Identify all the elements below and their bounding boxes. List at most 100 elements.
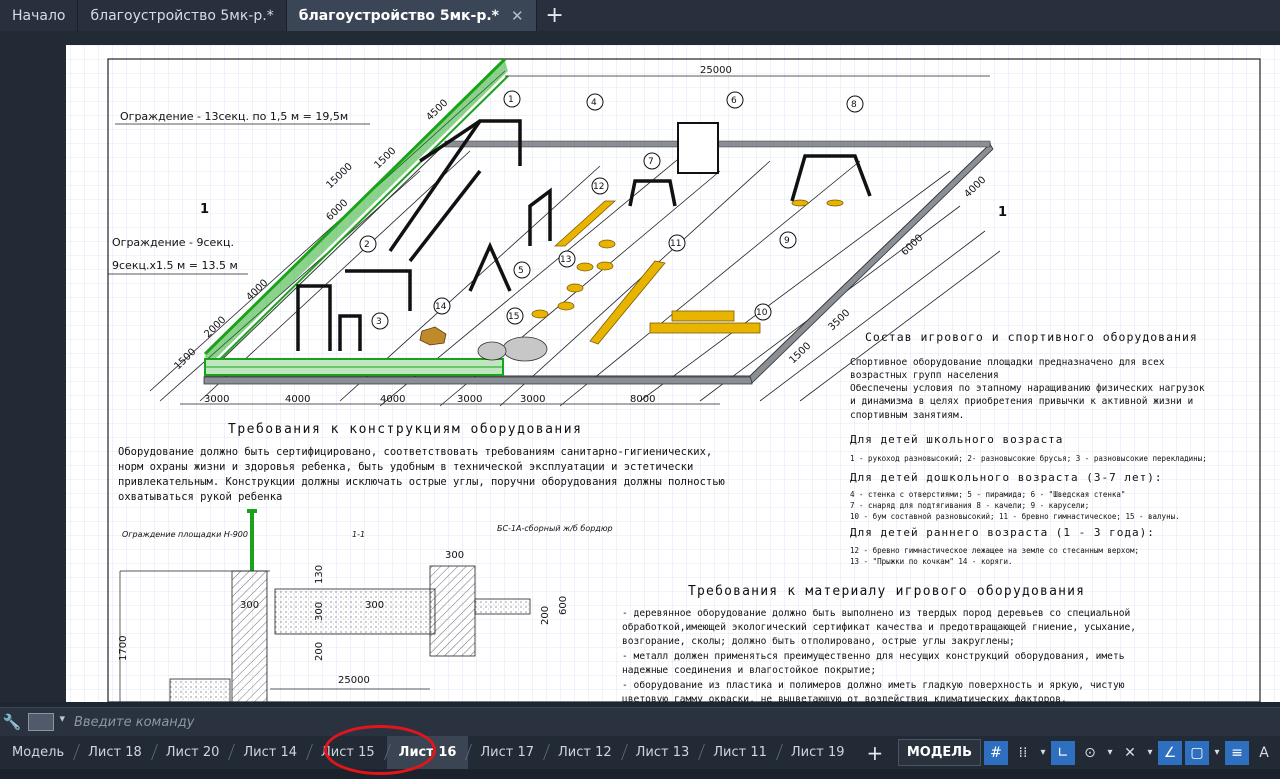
command-history-icon[interactable] — [28, 712, 65, 731]
equip-intro-2: возрастных групп населения — [850, 370, 999, 381]
file-tab-start[interactable]: Начало — [0, 0, 79, 31]
material-line-2: обработкой,имеющей экологический сертифи… — [622, 621, 1136, 633]
file-tab-drawing-1[interactable]: благоустройство 5мк-р.* — [78, 0, 287, 31]
preschool-item-2: 7 - снаряд для подтягивания 8 - качели; … — [850, 501, 1089, 510]
material-line-5: надежные соединения и влагостойкое покры… — [622, 664, 876, 676]
layout-tab-20[interactable]: Лист 20 — [154, 736, 232, 769]
callout-6: 6 — [731, 96, 737, 106]
file-tab-label: благоустройство 5мк-р.* — [298, 7, 500, 24]
callout-1: 1 — [508, 95, 514, 105]
callout-11: 11 — [670, 239, 681, 249]
callout-14: 14 — [435, 302, 447, 312]
early-title: Для детей раннего возраста (1 - 3 года): — [850, 526, 1155, 539]
sec-dim-300v: 300 — [314, 602, 325, 621]
chevron-down-icon[interactable]: ▾ — [1038, 741, 1048, 765]
fence-label-1: Ограждение - 13секц. по 1,5 м = 19,5м — [120, 110, 348, 123]
chevron-down-icon[interactable]: ▾ — [1145, 741, 1155, 765]
sec-dim-1700: 1700 — [118, 636, 129, 661]
model-space-button[interactable]: МОДЕЛЬ — [897, 739, 981, 766]
curb-front — [203, 376, 753, 385]
preschool-item-3: 10 - бум составной разновысокий; 11 - бр… — [850, 512, 1180, 521]
add-layout-button[interactable]: + — [857, 741, 894, 765]
lineweight-icon[interactable]: ≡ — [1225, 740, 1249, 765]
wrench-icon[interactable]: 🔧 — [0, 710, 24, 734]
equip-intro-3: Обеспечены условия по этапному наращиван… — [850, 383, 1205, 394]
callout-5: 5 — [518, 266, 524, 276]
ortho-icon[interactable]: ∟ — [1051, 740, 1075, 765]
section-mark-left: 1 — [200, 202, 209, 217]
fence-label-2: Ограждение - 9секц. — [112, 236, 234, 249]
equip-intro-4: и динамизма в целях приобретения привычк… — [850, 396, 1193, 407]
req-construct-title: Требования к конструкциям оборудования — [228, 422, 582, 437]
preschool-title: Для детей дошкольного возраста (3-7 лет)… — [850, 471, 1163, 484]
command-input[interactable]: Введите команду — [74, 715, 194, 730]
callout-9: 9 — [784, 236, 790, 246]
highlight-ring — [324, 725, 436, 775]
section-curb-label: БС-1А-сборный ж/б бордюр — [497, 524, 613, 533]
command-line: 🔧 Введите команду — [0, 707, 1280, 736]
drawing-canvas[interactable]: 1 2 3 4 5 6 7 8 9 10 11 12 13 14 15 2500… — [0, 31, 1280, 702]
early-item-1: 12 - бревно гимнастическое лежащее на зе… — [850, 546, 1139, 555]
equip-title: Состав игрового и спортивного оборудован… — [865, 330, 1198, 344]
annotation-scale-icon[interactable]: A — [1252, 741, 1276, 765]
dim-bottom-1: 3000 — [204, 394, 229, 405]
callout-4: 4 — [591, 98, 597, 108]
polar-tracking-icon[interactable]: ⊙ — [1078, 741, 1102, 765]
req-construct-line-1: Оборудование должно быть сертифицировано… — [118, 446, 712, 458]
layout-tab-13[interactable]: Лист 13 — [624, 736, 702, 769]
file-tab-bar: Начало благоустройство 5мк-р.* благоустр… — [0, 0, 1280, 31]
object-snap-icon[interactable]: ▢ — [1185, 740, 1209, 765]
swedish-wall — [677, 122, 719, 174]
layout-tab-model[interactable]: Модель — [0, 736, 76, 769]
section-mark-right: 1 — [998, 205, 1007, 220]
object-snap-tracking-icon[interactable]: ∠ — [1158, 740, 1182, 765]
snap-icon[interactable]: ⁞⁞ — [1011, 741, 1035, 765]
callout-3: 3 — [376, 317, 382, 327]
callout-12: 12 — [593, 182, 604, 192]
layout-tab-11[interactable]: Лист 11 — [701, 736, 779, 769]
layout-tab-17[interactable]: Лист 17 — [468, 736, 546, 769]
new-tab-button[interactable]: + — [537, 0, 573, 31]
req-construct-line-4: охватываться рукой ребенка — [118, 491, 282, 503]
material-line-7: цветовую гамму окраски, не выцветающую о… — [622, 693, 1067, 702]
callout-2: 2 — [364, 240, 370, 250]
sec-dim-600: 600 — [558, 596, 569, 615]
chevron-down-icon[interactable]: ▾ — [1212, 741, 1222, 765]
layout-tab-18[interactable]: Лист 18 — [76, 736, 154, 769]
dim-bottom-6: 8000 — [630, 394, 655, 405]
material-line-3: возгорание, сколы; должно быть отполиров… — [622, 635, 1015, 647]
section-fence-label: Ограждение площадки Н-900 — [122, 530, 248, 539]
file-tab-label: Начало — [12, 7, 66, 24]
callout-7: 7 — [648, 157, 654, 167]
status-bar: Модель Лист 18 Лист 20 Лист 14 Лист 15 Л… — [0, 736, 1280, 769]
file-tab-label: благоустройство 5мк-р.* — [90, 7, 274, 24]
school-title: Для детей школьного возраста — [850, 433, 1063, 446]
callout-13: 13 — [560, 255, 571, 265]
layout-tab-14[interactable]: Лист 14 — [231, 736, 309, 769]
grid-icon[interactable]: # — [984, 740, 1008, 765]
section-cut-label: 1-1 — [352, 530, 365, 539]
plus-icon: + — [866, 740, 884, 765]
req-construct-line-3: привлекательным. Конструкции должны искл… — [118, 476, 725, 488]
equip-intro-1: Спортивное оборудование площадки предназ… — [850, 357, 1165, 368]
close-icon[interactable]: ✕ — [511, 7, 524, 25]
sec-dim-200b: 200 — [314, 642, 325, 661]
material-line-6: - оборудование из пластика и полимеров д… — [622, 679, 1125, 691]
sec-dim-200: 200 — [540, 606, 551, 625]
early-item-2: 13 - "Прыжки по кочкам" 14 - коряги. — [850, 557, 1013, 566]
preschool-item-1: 4 - стенка с отверстиями; 5 - пирамида; … — [850, 490, 1125, 499]
sec-dim-25000: 25000 — [338, 675, 370, 686]
chevron-down-icon[interactable]: ▾ — [1105, 741, 1115, 765]
material-line-4: - металл должен применяться преимуществе… — [622, 650, 1125, 662]
sec-dim-300b: 300 — [445, 550, 464, 561]
layout-tab-19[interactable]: Лист 19 — [779, 736, 857, 769]
sec-dim-300a: 300 — [240, 600, 259, 611]
file-tab-drawing-active[interactable]: благоустройство 5мк-р.* ✕ — [286, 0, 537, 31]
layout-tab-12[interactable]: Лист 12 — [546, 736, 624, 769]
fence-label-3: 9секц.х1.5 м = 13.5 м — [112, 259, 238, 272]
callout-10: 10 — [756, 308, 768, 318]
material-line-1: - деревянное оборудование должно быть вы… — [622, 607, 1130, 619]
plus-icon: + — [545, 3, 564, 28]
isodraft-icon[interactable]: ✕ — [1118, 741, 1142, 765]
dim-top: 25000 — [700, 65, 732, 76]
